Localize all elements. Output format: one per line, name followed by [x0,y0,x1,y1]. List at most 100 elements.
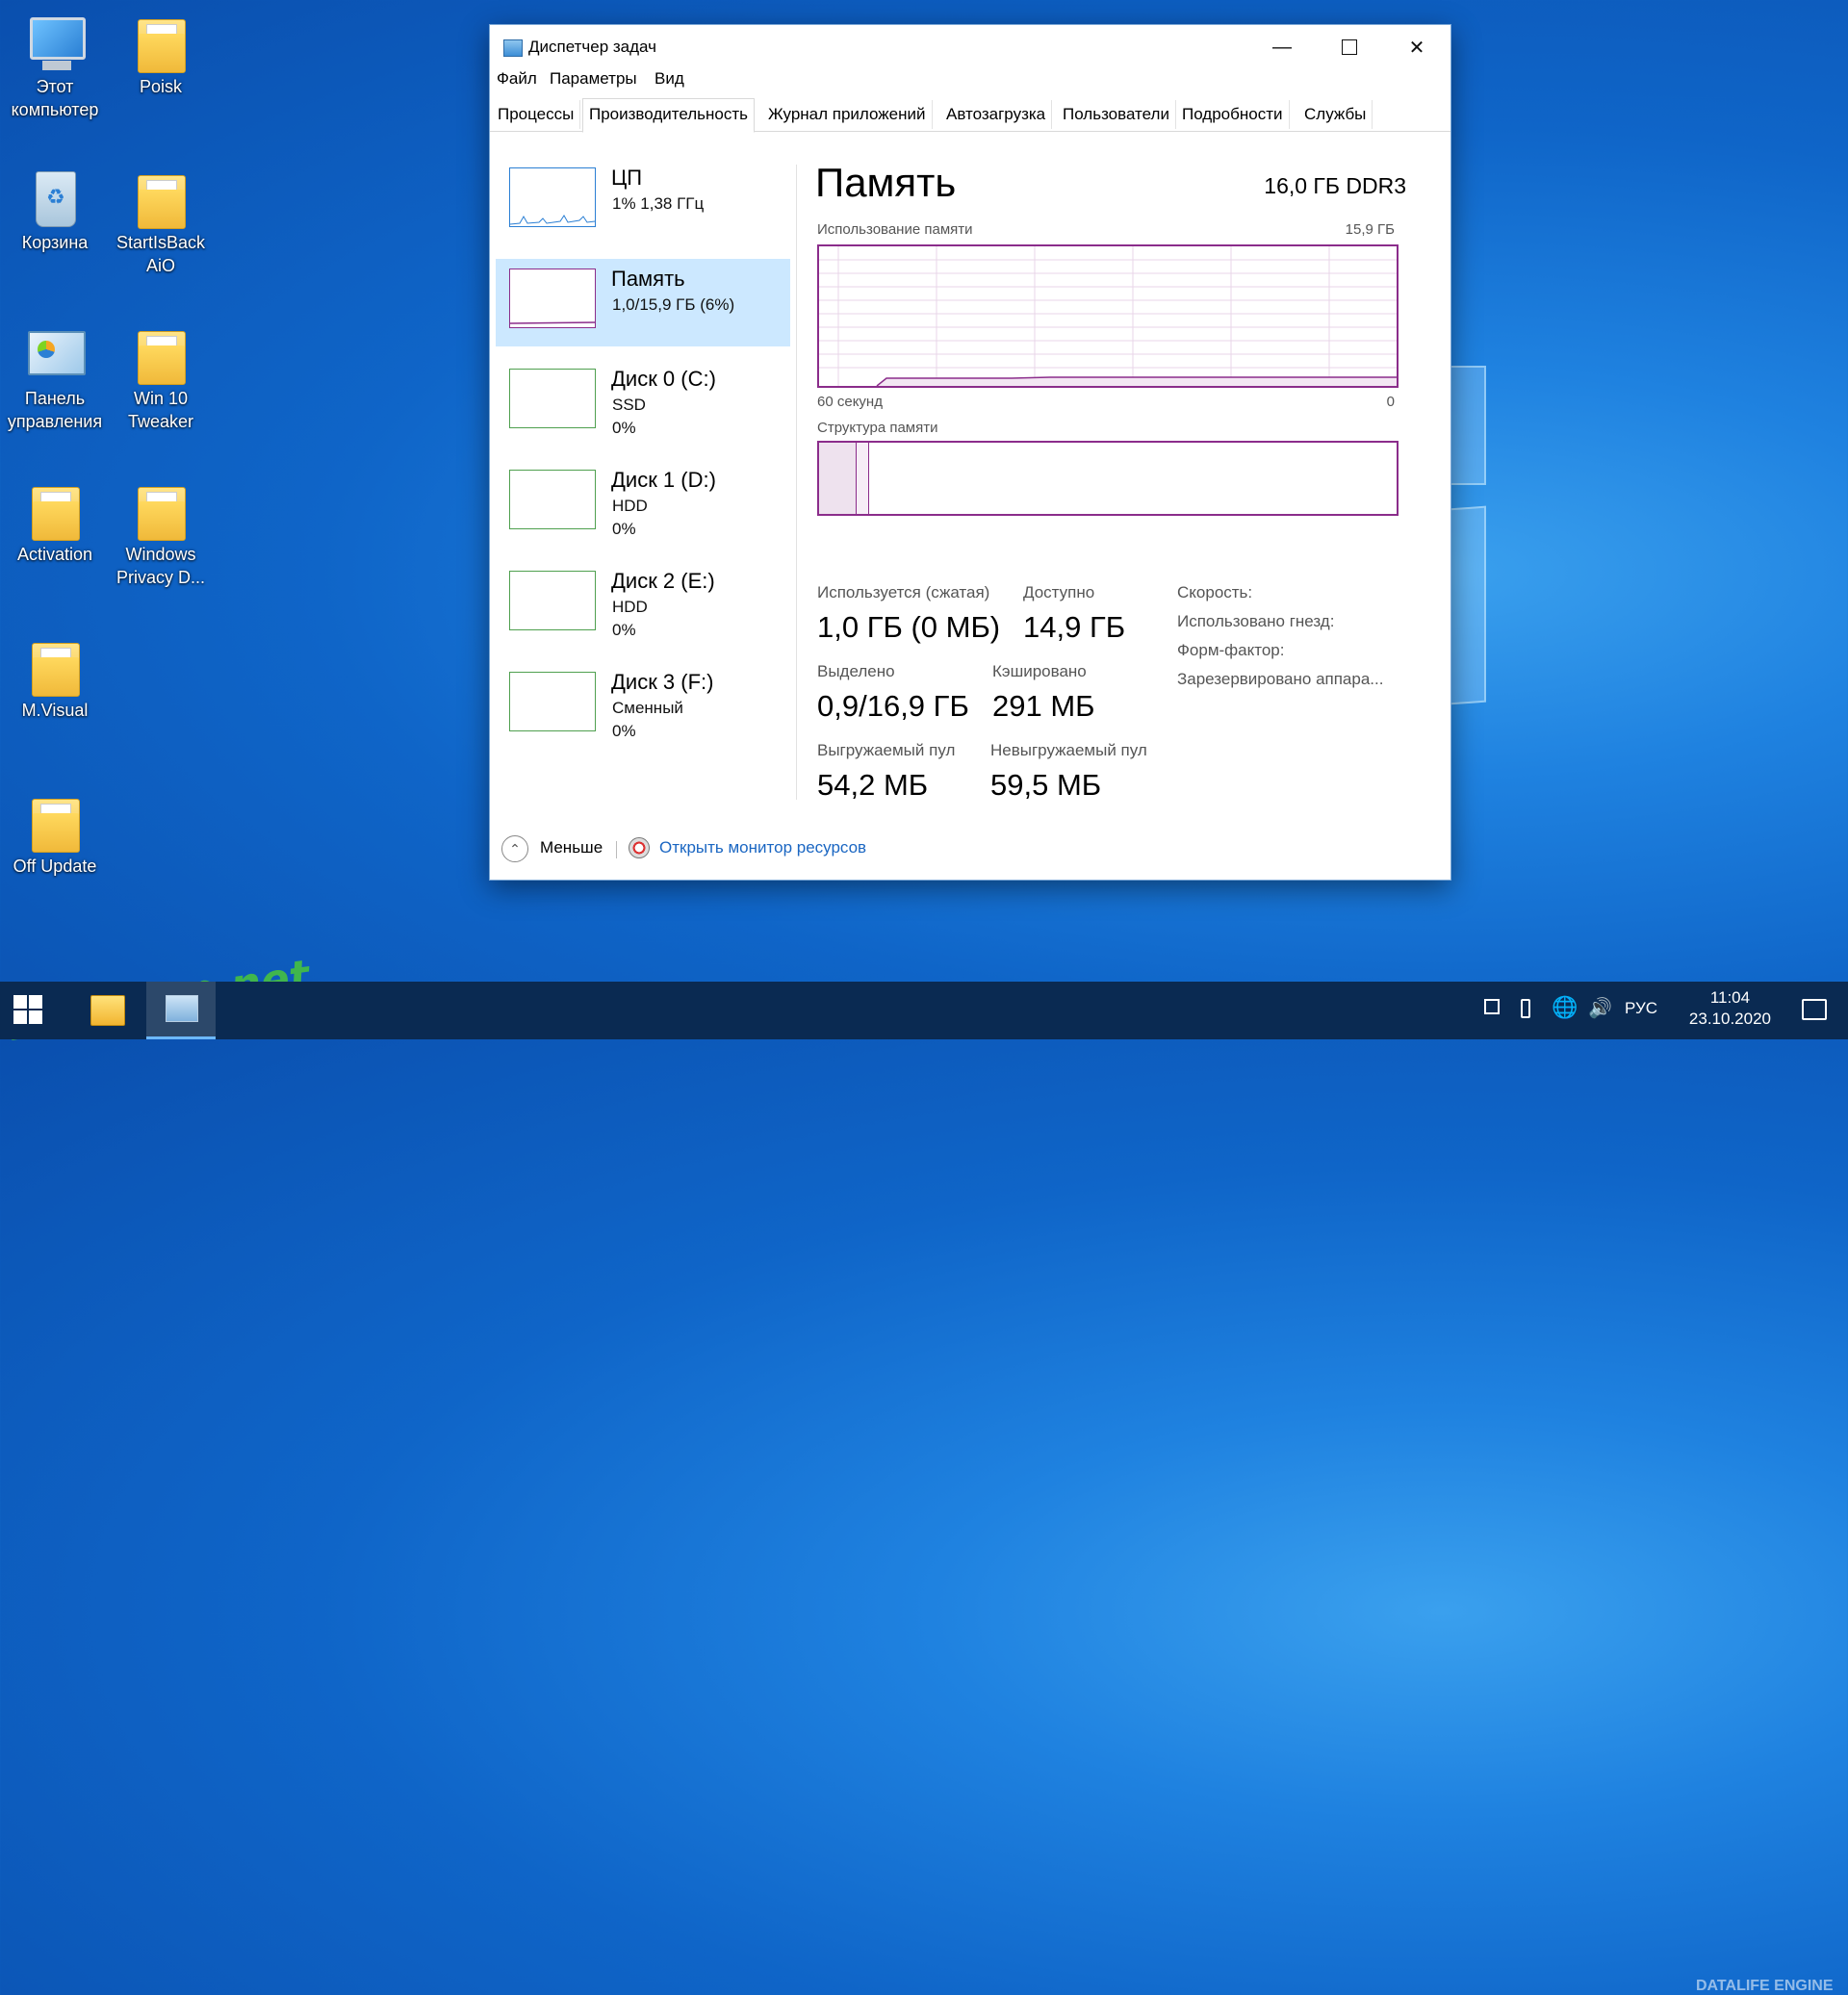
slots-used-label: Использовано гнезд: [1177,612,1335,630]
cpu-mini-graph [509,167,596,227]
memory-usage-max: 15,9 ГБ [1345,221,1395,238]
tab-processes[interactable]: Процессы [492,100,581,129]
title-bar[interactable]: Диспетчер задач — ✕ [490,25,1450,69]
form-factor-label: Форм-фактор: [1177,641,1285,659]
tab-app-history[interactable]: Журнал приложений [762,100,933,129]
clock-time: 11:04 [1709,988,1751,1007]
tab-bar: Процессы Производительность Журнал прило… [490,98,1450,133]
hardware-reserved-label: Зарезервировано аппара... [1177,670,1384,688]
resource-item-name: Диск 2 (E:) [611,569,715,593]
tab-services[interactable]: Службы [1298,100,1373,129]
disk2-mini-graph [509,571,596,630]
memory-spec: 16,0 ГБ DDR3 [1264,173,1406,198]
cached-label: Кэшировано [992,662,1087,680]
volume-icon[interactable]: 🔊 [1588,996,1612,1020]
memory-usage-label: Использование памяти [817,221,973,238]
resource-item-name: ЦП [611,166,643,190]
tray-action-icon[interactable] [1484,999,1500,1019]
usb-icon[interactable] [1521,999,1530,1023]
tab-details[interactable]: Подробности [1176,100,1290,129]
resource-item-detail: HDD [612,598,648,616]
system-clock[interactable]: 11:04 23.10.2020 [1689,987,1771,1030]
disk3-mini-graph [509,672,596,731]
resource-item-detail: 1% 1,38 ГГц [612,194,705,213]
resource-item-usage: 0% [612,520,636,538]
desktop-icon-label: Этот компьютер [11,77,99,119]
committed-value: 0,9/16,9 ГБ [817,689,969,723]
resource-item-disk3[interactable]: Диск 3 (F:) Сменный 0% [496,662,790,751]
desktop-icon-control-panel[interactable]: Панель управления [2,323,108,433]
memory-usage-graph [817,244,1399,388]
in-use-label: Используется (сжатая) [817,583,990,601]
desktop-icon-label: StartIsBack AiO [116,233,206,275]
clock-date: 23.10.2020 [1688,1010,1771,1028]
tab-performance[interactable]: Производительность [582,98,756,133]
taskbar-file-explorer[interactable] [90,995,125,1026]
desktop-icon-label: Корзина [21,233,89,252]
fewer-details-button[interactable]: ⌃ [501,835,528,862]
desktop-icon-startisback[interactable]: StartIsBack AiO [108,167,214,277]
menu-file[interactable]: Файл [497,69,537,89]
resource-item-cpu[interactable]: ЦП 1% 1,38 ГГц [496,158,790,246]
resource-item-disk2[interactable]: Диск 2 (E:) HDD 0% [496,561,790,650]
window-title: Диспетчер задач [528,38,656,56]
tab-startup[interactable]: Автозагрузка [940,100,1053,129]
desktop-icon-poisk[interactable]: Poisk [108,12,214,98]
desktop-icon-label: Windows Privacy D... [116,545,205,587]
menu-options[interactable]: Параметры [550,69,637,89]
language-indicator[interactable]: РУС [1625,999,1657,1018]
desktop-icon-off-update[interactable]: Off Update [2,791,108,878]
resource-item-name: Диск 3 (F:) [611,670,714,694]
taskbar-task-manager[interactable] [146,982,216,1039]
watermark-text: DATALIFE ENGINE [1696,1978,1834,1994]
paged-pool-value: 54,2 МБ [817,768,929,802]
resource-item-disk0[interactable]: Диск 0 (C:) SSD 0% [496,359,790,448]
nonpaged-pool-label: Невыгружаемый пул [990,741,1147,759]
desktop-icon-this-pc[interactable]: Этот компьютер [2,12,108,121]
chevron-up-icon: ⌃ [509,841,521,857]
cached-value: 291 МБ [992,689,1095,723]
desktop-icon-win10-tweaker[interactable]: Win 10 Tweaker [108,323,214,433]
tab-users[interactable]: Пользователи [1057,100,1176,129]
resource-item-detail: Сменный [612,699,683,717]
start-button[interactable] [13,995,44,1026]
control-panel-icon [28,331,86,375]
in-use-value: 1,0 ГБ (0 МБ) [817,610,1001,644]
menu-bar: Файл Параметры Вид [490,69,1450,92]
resource-item-name: Память [611,267,685,291]
memory-mini-graph [509,269,596,328]
fewer-details-label[interactable]: Меньше [540,838,603,857]
desktop-icon-activation[interactable]: Activation [2,479,108,566]
memory-mini-graph-line [509,321,596,324]
folder-icon [32,799,80,853]
resource-item-memory[interactable]: Память 1,0/15,9 ГБ (6%) [496,259,790,346]
desktop-icon-windows-privacy[interactable]: Windows Privacy D... [108,479,214,589]
desktop-icon-recycle-bin[interactable]: Корзина [2,167,108,254]
desktop-icon-label: M.Visual [21,701,89,720]
folder-icon [138,175,186,229]
disk0-mini-graph [509,369,596,428]
resource-item-disk1[interactable]: Диск 1 (D:) HDD 0% [496,460,790,549]
task-manager-window: Диспетчер задач — ✕ Файл Параметры Вид П… [489,24,1451,881]
memory-structure-bar [817,441,1399,516]
memory-usage-graph-canvas [819,246,1397,387]
desktop-icon-label: Win 10 Tweaker [127,389,194,431]
resource-item-usage: 0% [612,419,636,437]
desktop-icon-label: Панель управления [7,389,103,431]
minimize-button[interactable]: — [1248,25,1316,69]
notification-center-icon[interactable] [1802,999,1827,1020]
open-resource-monitor-link[interactable]: Открыть монитор ресурсов [659,838,866,857]
resource-list: ЦП 1% 1,38 ГГц Память 1,0/15,9 ГБ (6%) Д… [496,158,790,763]
graph-axis-right: 0 [1386,394,1395,410]
close-button[interactable]: ✕ [1383,25,1450,69]
available-label: Доступно [1023,583,1095,601]
available-value: 14,9 ГБ [1023,610,1126,644]
desktop-icon-mvisual[interactable]: M.Visual [2,635,108,722]
folder-icon [138,19,186,73]
desktop-icon-label: Poisk [139,77,182,96]
computer-icon [30,17,86,70]
menu-view[interactable]: Вид [654,69,684,89]
memory-structure-label: Структура памяти [817,420,938,436]
network-globe-icon[interactable]: 🌐 [1552,995,1578,1020]
maximize-button[interactable] [1316,25,1383,69]
